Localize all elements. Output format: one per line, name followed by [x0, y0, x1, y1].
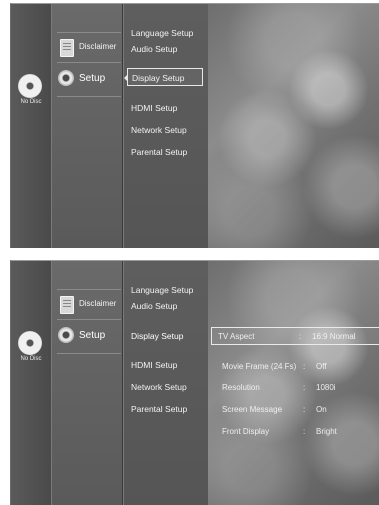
divider	[57, 62, 121, 63]
menu-item-network-setup[interactable]: Network Setup	[131, 382, 187, 392]
menu-item-hdmi-setup[interactable]: HDMI Setup	[131, 360, 177, 370]
gear-icon	[58, 327, 74, 343]
no-disc-label: No Disc	[20, 99, 42, 105]
menu-item-language-setup[interactable]: Language Setup	[131, 285, 193, 295]
gear-icon	[58, 70, 74, 86]
menu-item-display-setup[interactable]: Display Setup	[124, 68, 203, 86]
option-row-resolution[interactable]: Resolution : 1080i	[216, 379, 379, 395]
menu-item-language-setup[interactable]: Language Setup	[131, 28, 193, 38]
no-disc-label: No Disc	[20, 356, 42, 362]
disc-icon	[18, 331, 42, 355]
menu-item-parental-setup[interactable]: Parental Setup	[131, 404, 187, 414]
option-row-movie-frame[interactable]: Movie Frame (24 Fs) : Off	[216, 358, 379, 374]
divider	[57, 32, 121, 33]
option-value: On	[316, 405, 327, 414]
option-label: Front Display	[222, 427, 270, 436]
option-separator: :	[303, 427, 306, 436]
background-image	[206, 4, 379, 248]
divider	[57, 289, 121, 290]
menu-item-audio-setup[interactable]: Audio Setup	[131, 301, 177, 311]
menu-item-display-setup[interactable]: Display Setup	[131, 331, 183, 341]
option-value: Bright	[316, 427, 337, 436]
menu-item-parental-setup[interactable]: Parental Setup	[131, 147, 187, 157]
option-label: Resolution	[222, 383, 260, 392]
document-icon	[60, 296, 74, 314]
option-separator: :	[299, 332, 302, 341]
option-label: Screen Message	[222, 405, 283, 414]
option-separator: :	[303, 405, 306, 414]
option-separator: :	[303, 383, 306, 392]
divider	[57, 319, 121, 320]
option-row-tv-aspect[interactable]: TV Aspect : 16:9 Normal	[211, 327, 379, 345]
option-row-screen-message[interactable]: Screen Message : On	[216, 401, 379, 417]
divider	[57, 353, 121, 354]
main-menu-item-disclaimer[interactable]: Disclaimer	[79, 42, 116, 51]
disc-icon	[18, 74, 42, 98]
menu-item-network-setup[interactable]: Network Setup	[131, 125, 187, 135]
option-separator: :	[303, 362, 306, 371]
option-value: 1080i	[316, 383, 336, 392]
option-row-front-display[interactable]: Front Display : Bright	[216, 423, 379, 439]
disc-status-column	[11, 261, 51, 505]
setup-menu-screen-1: No Disc Disclaimer Setup Language Setup …	[10, 3, 379, 248]
document-icon	[60, 39, 74, 57]
disc-status-column	[11, 4, 51, 248]
menu-item-audio-setup[interactable]: Audio Setup	[131, 44, 177, 54]
main-menu-item-disclaimer[interactable]: Disclaimer	[79, 299, 116, 308]
option-value: Off	[316, 362, 327, 371]
setup-menu-screen-2: No Disc Disclaimer Setup Language Setup …	[10, 260, 379, 505]
main-menu-item-setup[interactable]: Setup	[79, 330, 105, 341]
main-menu-item-setup[interactable]: Setup	[79, 73, 105, 84]
option-label: Movie Frame (24 Fs)	[222, 362, 297, 371]
menu-item-hdmi-setup[interactable]: HDMI Setup	[131, 103, 177, 113]
option-value: 16:9 Normal	[312, 332, 356, 341]
option-label: TV Aspect	[218, 332, 255, 341]
divider	[57, 96, 121, 97]
